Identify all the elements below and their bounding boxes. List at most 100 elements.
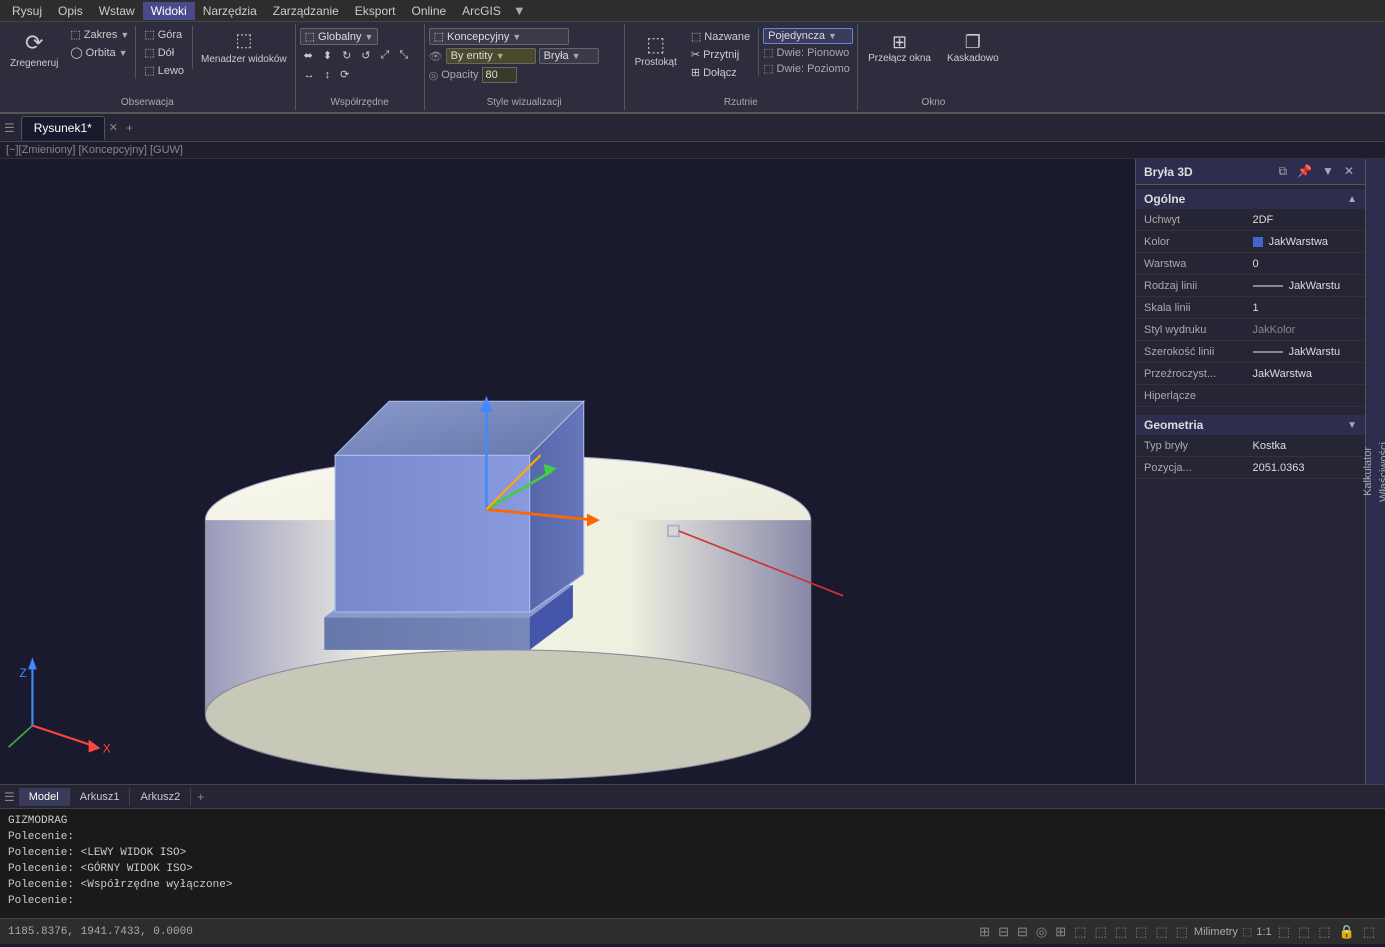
status-dyn-icon[interactable]: ⬚ <box>1092 924 1108 940</box>
status-sel-icon[interactable]: ⬚ <box>1174 924 1190 940</box>
btn-view-left[interactable]: ⬚ Lewo <box>140 62 188 79</box>
viewport[interactable]: Z X <box>0 159 1135 784</box>
ribbon-style-viz: ⬚ Koncepcyjny ▼ 👁 By entity ▼ Bryła ▼ ◎ … <box>425 24 625 110</box>
menu-opis[interactable]: Opis <box>50 2 91 20</box>
row-key-szerokosc-linii: Szerokość linii <box>1144 346 1249 358</box>
menu-online[interactable]: Online <box>403 2 454 20</box>
svg-text:X: X <box>103 742 111 756</box>
coord-btn-3[interactable]: ↻ <box>338 47 355 64</box>
panel-row-uchwyt: Uchwyt 2DF <box>1136 209 1365 231</box>
status-fullscreen-icon[interactable]: ⬚ <box>1361 924 1377 940</box>
status-ws-icon[interactable]: ⬚ <box>1316 924 1332 940</box>
ribbon: ⟳ Zregeneruj ⬚ Zakres ▼ ◯ Orbita ▼ ⬚ Gó <box>0 22 1385 114</box>
menu-arcgis[interactable]: ArcGIS <box>454 2 509 20</box>
console-input[interactable] <box>78 895 1377 907</box>
panel-icon-copy[interactable]: ⧉ <box>1276 163 1291 180</box>
tab-menu-icon[interactable]: ☰ <box>4 121 15 135</box>
tab-model[interactable]: Model <box>19 788 70 806</box>
side-tab-wlasciwosci[interactable]: Właściwości <box>1376 434 1385 510</box>
tab-arkusz2[interactable]: Arkusz2 <box>130 788 191 806</box>
panel-close-btn[interactable]: ✕ <box>1341 163 1357 180</box>
tab-rysunek1[interactable]: Rysunek1* <box>21 116 105 140</box>
panel-header: Bryła 3D ⧉ 📌 ▼ ✕ <box>1136 159 1365 185</box>
status-nav-icon[interactable]: ⬚ <box>1276 924 1292 940</box>
rzutnie-label: Rzutnie <box>629 95 854 108</box>
menu-widoki[interactable]: Widoki <box>143 2 195 20</box>
menu-eksport[interactable]: Eksport <box>347 2 404 20</box>
przelacz-icon: ⊞ <box>892 32 907 53</box>
dropdown-pojedyncza[interactable]: Pojedyncza ▼ <box>763 28 853 44</box>
row-value-kolor[interactable]: JakWarstwa <box>1249 236 1358 248</box>
row-value-przezroczystosc: JakWarstwa <box>1249 368 1358 380</box>
side-tab-kalkulator[interactable]: Kalkulator <box>1360 439 1376 504</box>
ribbon-obserwacja: ⟳ Zregeneruj ⬚ Zakres ▼ ◯ Orbita ▼ ⬚ Gó <box>0 24 296 110</box>
status-polar-icon[interactable]: ◎ <box>1034 924 1049 940</box>
opacity-input[interactable] <box>482 67 517 83</box>
status-anno-icon[interactable]: ⬚ <box>1296 924 1312 940</box>
dropdown-koncepcyjny[interactable]: ⬚ Koncepcyjny ▼ <box>429 28 569 45</box>
panel-row-rodzaj-linii: Rodzaj linii JakWarstu <box>1136 275 1365 297</box>
btn-przelacz[interactable]: ⊞ Przełącz okna <box>862 28 937 68</box>
menu-wstaw[interactable]: Wstaw <box>91 2 143 20</box>
btn-menadzer[interactable]: ⬚ Menadzer widoków <box>197 26 291 69</box>
panel-icon-pin[interactable]: 📌 <box>1294 163 1315 180</box>
breadcrumb: [~][Zmieniony] [Koncepcyjny] [GUW] <box>0 142 1385 159</box>
btn-orbita[interactable]: ◯ Orbita ▼ <box>66 44 133 61</box>
section-header-ogolne[interactable]: Ogólne ▲ <box>1136 189 1365 209</box>
panel-dropdown-btn[interactable]: ▼ <box>1319 163 1337 180</box>
btn-view-top[interactable]: ⬚ Góra <box>140 26 188 43</box>
console: GIZMODRAG Polecenie: Polecenie: <LEWY WI… <box>0 808 1385 918</box>
status-snap-icon[interactable]: ⊟ <box>996 924 1011 940</box>
coord-btn-7[interactable]: ↔ <box>300 66 319 83</box>
tab-close-icon[interactable]: ✕ <box>109 121 118 134</box>
coord-btn-8[interactable]: ↕ <box>321 66 335 83</box>
coord-btn-1[interactable]: ⬌ <box>300 47 317 64</box>
status-grid-icon[interactable]: ⊞ <box>977 924 992 940</box>
menu-zarzadzanie[interactable]: Zarządzanie <box>265 2 347 20</box>
coord-btn-4[interactable]: ↺ <box>357 47 374 64</box>
dropdown-globalny[interactable]: ⬚ Globalny ▼ <box>300 28 379 45</box>
coord-btn-6[interactable]: ⤡ <box>395 47 412 64</box>
menu-rysuj[interactable]: Rysuj <box>4 2 50 20</box>
tab-bar: ☰ Rysunek1* ✕ + <box>0 114 1385 142</box>
tab-add-sheet[interactable]: + <box>191 787 210 807</box>
coord-btn-9[interactable]: ⟳ <box>336 66 353 83</box>
tab-arkusz1[interactable]: Arkusz1 <box>70 788 131 806</box>
dropdown-by-entity[interactable]: By entity ▼ <box>446 48 536 64</box>
btn-prostokat[interactable]: ⬚ Prostokąt <box>629 28 683 72</box>
row-key-pozycja: Pozycja... <box>1144 462 1249 474</box>
btn-nazwane[interactable]: ⬚ Nazwane <box>687 28 754 45</box>
panel-row-typ-bryly: Typ bryły Kostka <box>1136 435 1365 457</box>
btn-zakres[interactable]: ⬚ Zakres ▼ <box>66 26 133 43</box>
ribbon-wspolrzedne: ⬚ Globalny ▼ ⬌ ⬍ ↻ ↺ ⤢ ⤡ ↔ ↕ ⟳ Współrzęd… <box>296 24 425 110</box>
side-tabs: Właściwości Kalkulator <box>1365 159 1385 784</box>
bottom-tabs-menu[interactable]: ☰ <box>4 790 15 804</box>
panel-row-styl-wydruku: Styl wydruku JakKolor <box>1136 319 1365 341</box>
btn-view-bottom[interactable]: ⬚ Dół <box>140 44 188 61</box>
status-right: ⊞ ⊟ ⊟ ◎ ⊞ ⬚ ⬚ ⬚ ⬚ ⬚ ⬚ Milimetry ⬚ 1:1 ⬚ … <box>977 924 1377 940</box>
menu-narzedzia[interactable]: Narzędzia <box>195 2 265 20</box>
btn-przytnij[interactable]: ✂ Przytnij <box>687 46 754 63</box>
coord-btn-5[interactable]: ⤢ <box>377 47 394 64</box>
app-icon[interactable]: ▼ <box>513 3 526 18</box>
status-lw-icon[interactable]: ⬚ <box>1113 924 1129 940</box>
status-tp-icon[interactable]: ⬚ <box>1133 924 1149 940</box>
coord-btn-2[interactable]: ⬍ <box>319 47 336 64</box>
status-units[interactable]: Milimetry <box>1194 926 1238 938</box>
row-key-kolor: Kolor <box>1144 236 1249 248</box>
btn-dolacz[interactable]: ⊞ Dołącz <box>687 64 754 81</box>
status-ortho-icon[interactable]: ⊟ <box>1015 924 1030 940</box>
status-lock-icon[interactable]: 🔒 <box>1337 924 1357 940</box>
console-line-3: Polecenie: <LEWY WIDOK ISO> <box>8 845 1377 861</box>
section-header-geometria[interactable]: Geometria ▼ <box>1136 415 1365 435</box>
tab-add-button[interactable]: + <box>118 117 141 139</box>
row-value-warstwa: 0 <box>1249 258 1358 270</box>
status-osnap-icon[interactable]: ⊞ <box>1053 924 1068 940</box>
row-value-szerokosc-linii: JakWarstu <box>1249 346 1358 358</box>
dropdown-bryla[interactable]: Bryła ▼ <box>539 48 599 64</box>
btn-kaskadowo[interactable]: ❐ Kaskadowo <box>941 28 1005 68</box>
status-3d-icon[interactable]: ⬚ <box>1072 924 1088 940</box>
btn-regenerate[interactable]: ⟳ Zregeneruj <box>4 26 64 73</box>
wspolrzedne-label: Współrzędne <box>300 95 420 108</box>
status-qs-icon[interactable]: ⬚ <box>1153 924 1169 940</box>
